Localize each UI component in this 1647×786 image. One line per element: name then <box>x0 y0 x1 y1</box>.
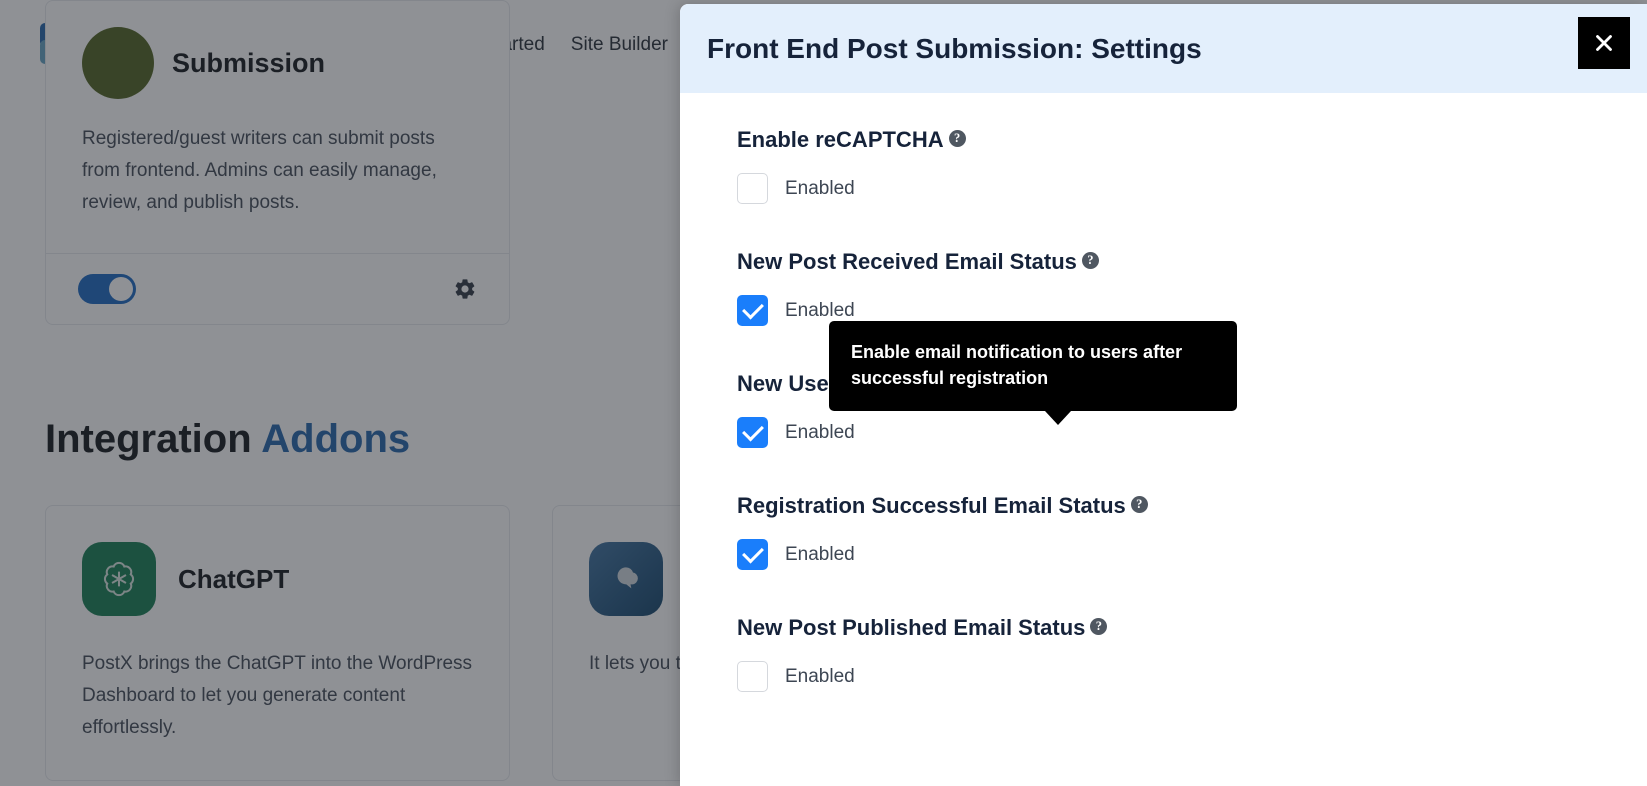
setting-label: Registration Successful Email Status ? <box>737 493 1590 519</box>
help-icon[interactable]: ? <box>1090 618 1107 635</box>
checkbox-label: Enabled <box>785 544 855 566</box>
checkbox-label: Enabled <box>785 666 855 688</box>
setting-control: Enabled <box>737 661 1590 692</box>
modal-body: Enable reCAPTCHA ? Enabled New Post Rece… <box>680 93 1647 786</box>
setting-label-text: Registration Successful Email Status <box>737 493 1126 519</box>
help-icon[interactable]: ? <box>1131 496 1148 513</box>
checkbox-label: Enabled <box>785 422 855 444</box>
setting-row-enable-recaptcha: Enable reCAPTCHA ? Enabled <box>737 127 1590 204</box>
help-icon[interactable]: ? <box>1082 252 1099 269</box>
setting-label-text: New Post Received Email Status <box>737 249 1077 275</box>
setting-row-new-post-published-email-status: New Post Published Email Status ? Enable… <box>737 615 1590 692</box>
setting-label: Enable reCAPTCHA ? <box>737 127 1590 153</box>
checkbox-new-post-received-email-status[interactable] <box>737 295 768 326</box>
setting-label-text: Enable reCAPTCHA <box>737 127 944 153</box>
checkbox-registration-successful-email-status[interactable] <box>737 539 768 570</box>
checkbox-label: Enabled <box>785 178 855 200</box>
help-icon[interactable]: ? <box>949 130 966 147</box>
tooltip: Enable email notification to users after… <box>829 321 1237 411</box>
setting-label: New Post Published Email Status ? <box>737 615 1590 641</box>
setting-row-registration-successful-email-status: Registration Successful Email Status ? E… <box>737 493 1590 570</box>
checkbox-enable-recaptcha[interactable] <box>737 173 768 204</box>
setting-row-new-post-received-email-status: New Post Received Email Status ? Enabled <box>737 249 1590 326</box>
checkbox-new-user-registered-email-status[interactable] <box>737 417 768 448</box>
checkbox-new-post-published-email-status[interactable] <box>737 661 768 692</box>
setting-control: Enabled <box>737 173 1590 204</box>
close-icon[interactable] <box>1578 17 1630 69</box>
setting-control: Enabled <box>737 417 1590 448</box>
modal-header: Front End Post Submission: Settings <box>680 4 1647 93</box>
setting-label: New Post Received Email Status ? <box>737 249 1590 275</box>
modal-title: Front End Post Submission: Settings <box>680 33 1202 65</box>
checkbox-label: Enabled <box>785 300 855 322</box>
setting-label-text: New Post Published Email Status <box>737 615 1085 641</box>
setting-control: Enabled <box>737 539 1590 570</box>
